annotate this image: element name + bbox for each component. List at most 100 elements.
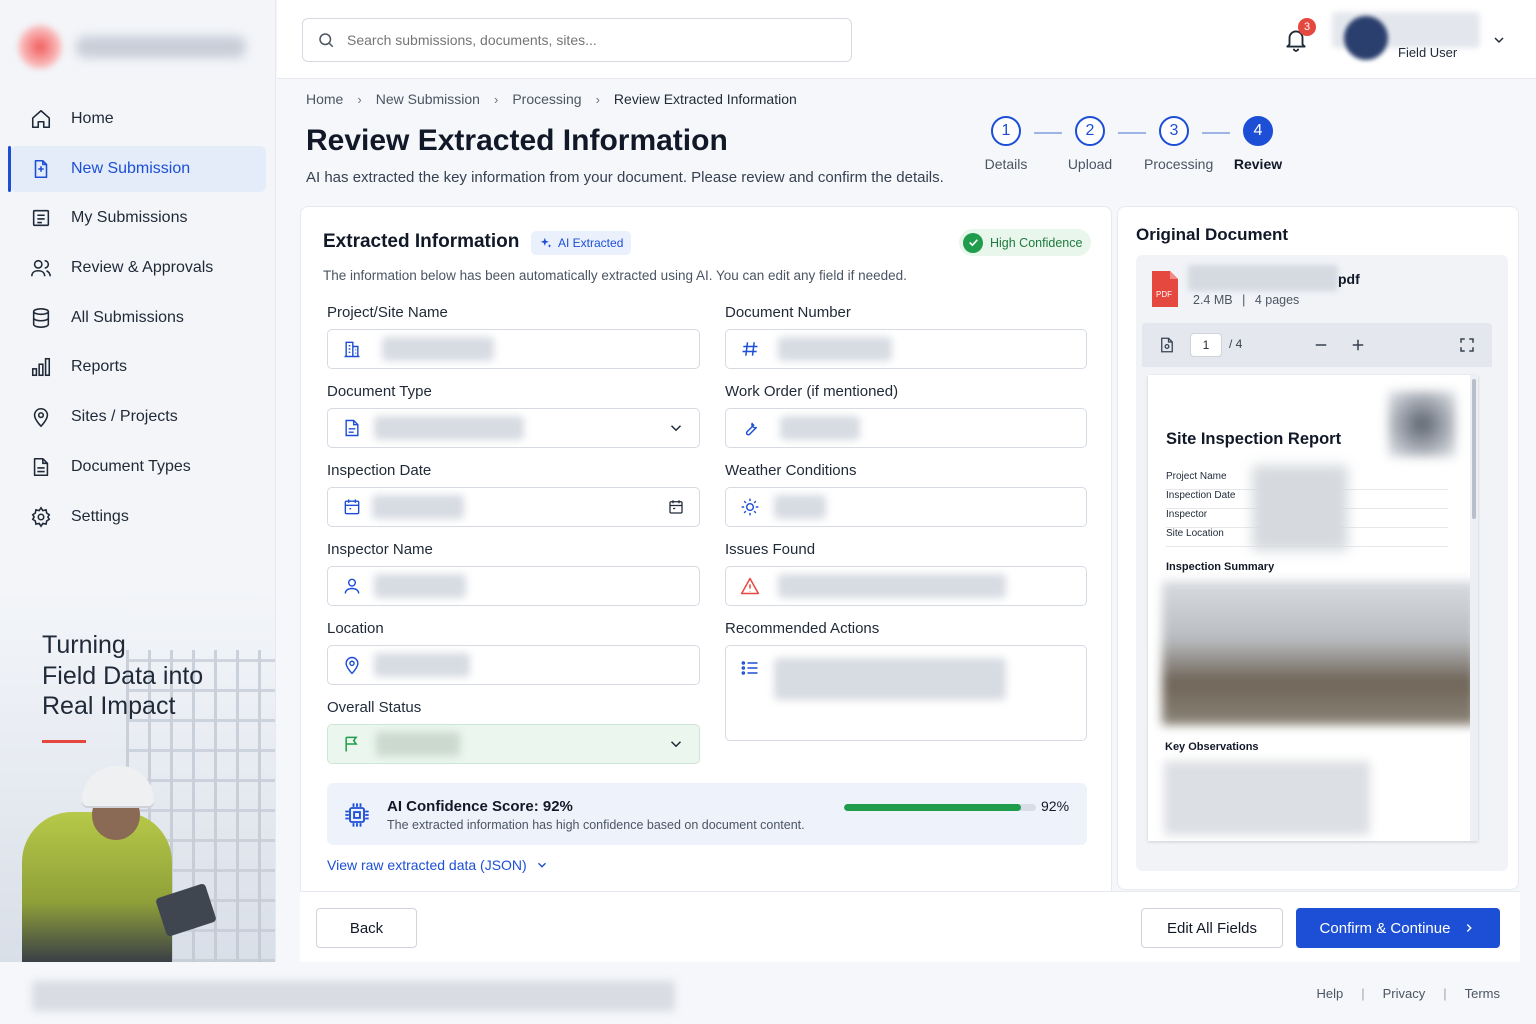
- footer-links: Help | Privacy | Terms: [1316, 986, 1500, 1001]
- field-value-redacted: [780, 416, 860, 440]
- footer-link-privacy[interactable]: Privacy: [1383, 986, 1426, 1001]
- file-extension: pdf: [1338, 271, 1360, 287]
- location-input[interactable]: [327, 645, 700, 685]
- step-upload[interactable]: 2 Upload: [1060, 116, 1120, 172]
- chevron-down-icon[interactable]: [1491, 32, 1507, 48]
- sidebar-item-document-types[interactable]: Document Types: [10, 444, 266, 490]
- page-subtitle: AI has extracted the key information fro…: [306, 169, 944, 186]
- card-description: The information below has been automatic…: [323, 268, 907, 283]
- document-preview-page[interactable]: Site Inspection Report Project Name Insp…: [1148, 375, 1478, 841]
- avatar: [1344, 16, 1388, 60]
- field-value-redacted: [374, 574, 466, 598]
- fullscreen-icon[interactable]: [1458, 336, 1476, 354]
- step-review[interactable]: 4 Review: [1228, 116, 1288, 172]
- weather-conditions-input[interactable]: [725, 487, 1087, 527]
- breadcrumb-home[interactable]: Home: [306, 91, 343, 107]
- field-label: Inspector Name: [327, 541, 433, 558]
- inspection-date-input[interactable]: [327, 487, 700, 527]
- field-value-redacted: [774, 658, 1006, 700]
- document-type-select[interactable]: [327, 408, 700, 448]
- promo-accent-line: [42, 740, 86, 743]
- footer-link-help[interactable]: Help: [1316, 986, 1343, 1001]
- pdf-viewer-toolbar: / 4: [1142, 323, 1492, 367]
- pdf-file-icon: PDF: [1152, 271, 1178, 307]
- sidebar-item-my-submissions[interactable]: My Submissions: [10, 195, 266, 241]
- user-menu[interactable]: Field User: [1332, 12, 1482, 64]
- page-thumbnail-icon[interactable]: [1158, 336, 1176, 354]
- document-icon: [33, 457, 49, 476]
- field-inspection-date: Inspection Date: [327, 462, 700, 527]
- field-weather-conditions: Weather Conditions: [725, 462, 1087, 527]
- notification-count-badge: 3: [1298, 18, 1316, 36]
- chevron-down-icon[interactable]: [667, 735, 685, 753]
- sidebar-item-sites-projects[interactable]: Sites / Projects: [10, 394, 266, 440]
- document-icon: [345, 419, 359, 437]
- warning-icon: [740, 577, 760, 595]
- preview-photo-redacted: [1162, 581, 1476, 725]
- field-label: Weather Conditions: [725, 462, 857, 479]
- search-box[interactable]: [302, 18, 852, 62]
- field-location: Location: [327, 620, 700, 685]
- sidebar-item-review-approvals[interactable]: Review & Approvals: [10, 245, 266, 291]
- app-logo[interactable]: [18, 22, 258, 72]
- sidebar-item-label: All Submissions: [71, 308, 184, 326]
- chevron-right-icon: [1467, 924, 1473, 932]
- field-value-redacted: [774, 495, 826, 519]
- page-number-input[interactable]: [1190, 333, 1222, 357]
- home-icon: [31, 109, 51, 129]
- step-number: 3: [1159, 116, 1189, 146]
- zoom-out-icon[interactable]: [1312, 336, 1330, 354]
- sidebar-item-reports[interactable]: Reports: [10, 344, 266, 390]
- calendar-icon: [344, 499, 360, 515]
- document-number-input[interactable]: [725, 329, 1087, 369]
- promo-headline: Turning Field Data into Real Impact: [42, 631, 204, 720]
- view-raw-json-link[interactable]: View raw extracted data (JSON): [327, 857, 549, 873]
- inspector-name-input[interactable]: [327, 566, 700, 606]
- breadcrumb-processing[interactable]: Processing: [512, 91, 581, 107]
- confidence-percent: 92%: [1041, 798, 1070, 814]
- project-site-name-input[interactable]: [327, 329, 700, 369]
- overall-status-select[interactable]: [327, 724, 700, 764]
- step-details[interactable]: 1 Details: [976, 116, 1036, 172]
- search-input[interactable]: [347, 32, 827, 48]
- field-document-type: Document Type: [327, 383, 700, 448]
- sidebar-item-label: My Submissions: [71, 209, 188, 227]
- zoom-in-icon[interactable]: [1349, 336, 1367, 354]
- calendar-picker-icon[interactable]: [667, 498, 685, 516]
- field-label: Overall Status: [327, 699, 422, 716]
- sidebar-item-all-submissions[interactable]: All Submissions: [10, 295, 266, 341]
- top-bar: 3 Field User: [277, 0, 1536, 79]
- sidebar-item-label: Reports: [71, 358, 128, 376]
- preview-text-redacted: [1164, 761, 1370, 835]
- confirm-continue-button[interactable]: Confirm & Continue: [1296, 908, 1500, 948]
- extracted-information-card: Extracted Information AI Extracted High …: [300, 206, 1112, 962]
- svg-text:PDF: PDF: [1156, 290, 1172, 299]
- wrench-icon: [745, 422, 757, 436]
- sidebar-item-home[interactable]: Home: [10, 96, 266, 142]
- action-bar: Back Edit All Fields Confirm & Continue: [300, 891, 1520, 962]
- recommended-actions-textarea[interactable]: [725, 645, 1087, 741]
- sparkle-icon: [540, 237, 552, 248]
- field-recommended-actions: Recommended Actions: [725, 620, 1087, 741]
- preview-scrollbar[interactable]: [1470, 375, 1478, 841]
- list-icon: [32, 210, 50, 227]
- document-panel: PDF pdf 2.4 MB | 4 pages / 4 Site Inspec…: [1136, 255, 1508, 871]
- field-label: Inspection Date: [327, 462, 432, 479]
- step-processing[interactable]: 3 Processing: [1144, 116, 1213, 172]
- chevron-down-icon[interactable]: [667, 419, 685, 437]
- sidebar-item-settings[interactable]: Settings: [10, 494, 266, 540]
- step-connector: [1118, 132, 1146, 134]
- chevron-right-icon: ›: [595, 91, 600, 107]
- edit-all-fields-button[interactable]: Edit All Fields: [1141, 908, 1283, 948]
- confidence-progress-fill: [844, 804, 1021, 811]
- sidebar-item-new-submission[interactable]: New Submission: [8, 145, 266, 192]
- work-order-input[interactable]: [725, 408, 1087, 448]
- breadcrumb-new-submission[interactable]: New Submission: [376, 91, 480, 107]
- issues-found-input[interactable]: [725, 566, 1087, 606]
- footer-link-terms[interactable]: Terms: [1465, 986, 1500, 1001]
- back-button[interactable]: Back: [316, 908, 417, 948]
- field-document-number: Document Number: [725, 304, 1087, 369]
- worker-image: [22, 812, 172, 962]
- card-title: Original Document: [1136, 225, 1289, 244]
- breadcrumb: Home › New Submission › Processing › Rev…: [306, 91, 797, 107]
